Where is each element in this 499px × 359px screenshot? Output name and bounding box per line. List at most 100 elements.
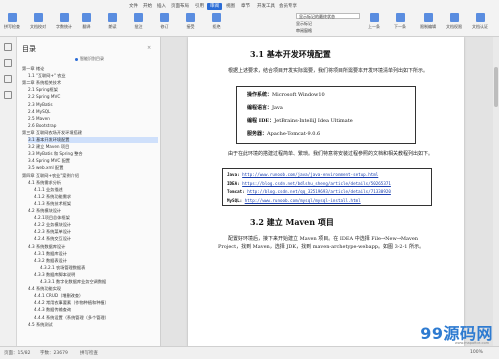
reference-link[interactable]: http://www.runoob.com/java/java-environm… [242,172,378,177]
tool-icon [108,13,117,22]
outline-item[interactable]: 3.1 基本开发环境配置 [28,137,158,143]
outline-item[interactable]: 4.3.2.1 农场管理数据表 [40,265,158,271]
bookmark-icon[interactable] [4,59,12,67]
outline-item[interactable]: 2.5 Maven [28,116,158,122]
toolbar-button[interactable]: 修订 [160,13,169,33]
outline-item[interactable]: 第二章 系统相关技术 [22,80,158,86]
search-icon[interactable] [4,91,12,99]
toolbar-button[interactable]: 接受 [186,13,195,33]
outline-item[interactable]: 4.1.2 系统功能需求 [34,194,158,200]
toolbar-button[interactable]: 文档权限 [446,13,462,33]
menu-tab[interactable]: 页面布局 [168,3,192,10]
spell-check-status[interactable]: 拼写检查 [80,350,98,356]
tool-label: 文档校对 [30,24,46,29]
environment-row: 编程语言：Java [247,104,283,111]
outline-item[interactable]: 3.4 Spring MVC 配置 [28,158,158,164]
outline-item[interactable]: 4.2.2 业务模块设计 [34,222,158,228]
word-count: 字数：23679 [40,351,68,356]
outline-item[interactable]: 4.4.2 常用农事要素（作物种植和种植） [34,300,158,306]
outline-item[interactable]: 4.4.3 数据传输查询 [34,307,158,313]
outline-icon[interactable] [4,43,12,51]
outline-item[interactable]: 4.2.4 系统交互设计 [34,236,158,242]
tool-icon [160,13,169,22]
smart-outline-button[interactable]: 智能识别目录 [80,56,104,62]
outline-item[interactable]: 4.3 系统数据库设计 [28,244,158,250]
outline-item[interactable]: 4.3.2 数据表设计 [34,258,158,264]
menu-tab[interactable]: 开始 [140,3,155,10]
outline-item[interactable]: 4.5 系统测试 [28,322,158,328]
menu-tab[interactable]: 会员专享 [276,3,300,10]
reference-link[interactable]: http://www.runoob.com/mysql/mysql-instal… [245,198,361,203]
outline-item[interactable]: 4.2.3 系统菜单设计 [34,229,158,235]
outline-item[interactable]: 4.1 系统需求分析 [28,180,158,186]
vertical-scrollbar[interactable] [493,37,499,346]
outline-item[interactable]: 4.3.3 数据库脚本说明 [34,272,158,278]
menu-tab[interactable]: 审阅 [207,3,222,10]
outline-item[interactable]: 4.2 系统模块设计 [28,208,158,214]
outline-item[interactable]: 第四章 互联网+农业"案例介绍 [22,173,158,179]
outline-item[interactable]: 2.3 MyBatis [28,102,158,108]
outline-item[interactable]: 4.4.1 CRUD（增删改查） [34,293,158,299]
outline-panel: 目录 智能识别目录 × 第一章 绪论 1.1 "互联网+" 农业 第二章 系统相关技… [17,37,161,346]
reference-link[interactable]: https://blog.csdn.net/bdlshu_sheng/artic… [242,181,391,186]
outline-item[interactable]: 2.6 Bootstrap [28,123,158,129]
toolbar-button[interactable]: 字数统计 [56,13,72,33]
outline-item[interactable]: 4.4.4 系统设置（系统管理（多个管理） [34,315,158,321]
toolbar-button[interactable]: 文档校对 [30,13,46,33]
outline-item[interactable]: 4.3.3.1 数字化数据库业务空调数据 [40,279,158,285]
tool-icon [423,13,433,22]
tool-icon [59,13,69,22]
reference-link[interactable]: http://blog.csdn.net/qq_32519693/article… [247,189,391,194]
tool-label: 上一条 [368,24,380,29]
pages-icon[interactable] [4,75,12,83]
menu-tab[interactable]: 视图 [223,3,238,10]
menu-tab[interactable]: 插入 [154,3,169,10]
tool-label: 拼写检查 [4,24,20,29]
toolbar-button[interactable]: 批注 [134,13,143,33]
tool-icon [369,13,379,22]
outline-item[interactable]: 3.2 建立 Maven 项目 [28,144,158,150]
outline-item[interactable]: 第一章 绪论 [22,66,158,72]
outline-item[interactable]: 2.4 MySQL [28,109,158,115]
tool-icon [212,13,221,22]
outline-item[interactable]: 4.1.1 业务描述 [34,187,158,193]
outline-item[interactable]: 3.5 web.xml 配置 [28,165,158,171]
menu-tab[interactable]: 章节 [238,3,253,10]
review-pane-button[interactable]: 审阅窗格 [296,28,312,34]
close-icon[interactable]: × [147,45,151,51]
toolbar-button[interactable]: 上一条 [368,13,380,33]
toolbar-button[interactable]: 文档认证 [472,13,488,33]
tool-icon [186,13,195,22]
smart-outline-icon [75,57,78,61]
environment-row: 服务器：Apache-Tomcat-9.0.6 [247,130,320,137]
environment-label: 编程 IDE： [247,118,275,124]
menu-tab[interactable]: 引用 [192,3,207,10]
zoom-level[interactable]: 100% [470,350,483,355]
menu-tab[interactable]: 开发工具 [254,3,278,10]
outline-item[interactable]: 3.3 MyBatis 和 Spring 整合 [28,151,158,157]
section-heading: 3.2 建立 Maven 项目 [250,217,334,227]
paragraph: 根据上述要求，结合项目开发实际需要，我们将项目所需要本开发环境清单列出如下所示。 [228,68,429,74]
ribbon: 文件 开始 插入 页面布局 引用 审阅 视图 章节 开发工具 会员专享 拼写检查 文档校对 字数统计 翻… [0,0,499,37]
outline-item[interactable]: 第三章 互联网农场开发环境搭建 [22,130,158,136]
paragraph: 由于在此环境的搭建过程简单、繁琐。我们特意将安装过程参照的文档和相关教程列出如下… [228,151,434,157]
scroll-thumb[interactable] [494,67,498,107]
environment-label: 编程语言： [247,105,273,111]
toolbar-button[interactable]: 拒绝 [212,13,221,33]
outline-item[interactable]: 4.2.1项目总体框架 [34,215,158,221]
outline-item[interactable]: 1.1 "互联网+" 农业 [28,73,158,79]
toolbar-button[interactable]: 拼写检查 [4,13,20,33]
outline-item[interactable]: 4.3.1 数据库设计 [34,251,158,257]
outline-item[interactable]: 4.1.3 系统技术框架 [34,201,158,207]
outline-item[interactable]: 2.1 Spring框架 [28,87,158,93]
menu-tab[interactable]: 文件 [126,3,141,10]
toolbar-button[interactable]: 朗读 [108,13,117,33]
show-markup-button[interactable]: 显示标记 [296,21,312,27]
status-bar: 页面：15/82 字数：23679 拼写检查 100% [0,346,499,359]
toolbar-button[interactable]: 翻译 [82,13,91,33]
outline-item[interactable]: 2.2 Spring MVC [28,94,158,100]
toolbar-button[interactable]: 下一条 [394,13,406,33]
markup-view-dropdown[interactable]: 显示标记的最终状态 [296,13,360,19]
outline-item[interactable]: 4.4 系统功能实现 [28,286,158,292]
toolbar-button[interactable]: 限制编辑 [420,13,436,33]
